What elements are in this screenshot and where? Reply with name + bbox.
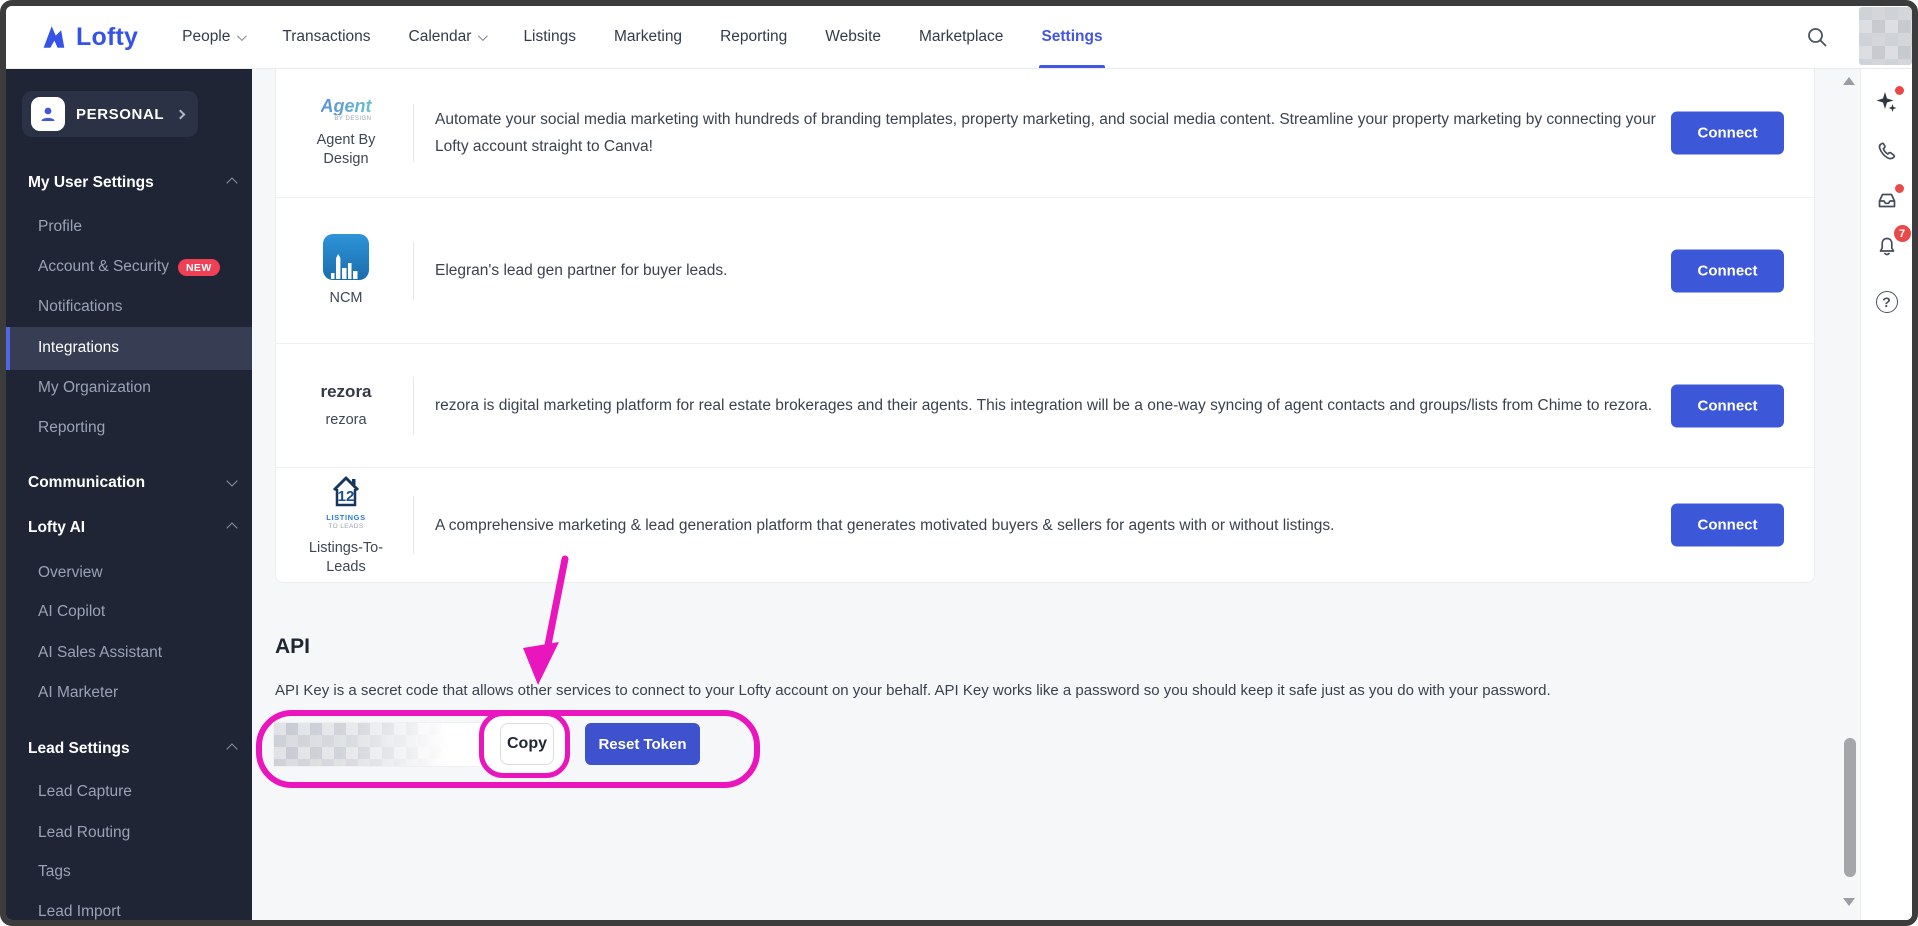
connect-button[interactable]: Connect <box>1671 504 1784 547</box>
chevron-down-icon <box>478 31 488 41</box>
chevron-down-icon <box>237 31 247 41</box>
sidebar-item-ai-copilot[interactable]: AI Copilot <box>38 592 105 632</box>
nav-item-listings[interactable]: Listings <box>523 6 576 68</box>
api-key-field[interactable] <box>273 722 499 767</box>
app-window: Lofty People Transactions Calendar Listi… <box>0 0 1918 926</box>
nav-item-website[interactable]: Website <box>825 6 881 68</box>
connect-button[interactable]: Connect <box>1671 112 1784 155</box>
bell-badge: 7 <box>1894 225 1911 242</box>
house-icon: 12 <box>324 473 368 507</box>
integration-name: rezora <box>325 411 366 430</box>
sidebar-section-my-user-settings[interactable]: My User Settings <box>28 163 154 203</box>
account-switcher[interactable]: PERSONAL <box>22 91 198 137</box>
integration-name: NCM <box>329 289 362 308</box>
nav-item-reporting[interactable]: Reporting <box>720 6 787 68</box>
chevron-right-icon <box>176 109 186 119</box>
divider <box>413 496 414 554</box>
notification-dot <box>1895 86 1904 95</box>
scrollbar-up-arrow[interactable] <box>1843 77 1855 85</box>
sidebar-item-ai-marketer[interactable]: AI Marketer <box>38 673 118 713</box>
reset-token-button[interactable]: Reset Token <box>585 723 700 765</box>
help-icon[interactable]: ? <box>1872 287 1902 317</box>
integrations-panel: Agent BY DESIGN Agent By Design Automate… <box>252 69 1860 920</box>
settings-sidebar: PERSONAL My User Settings Profile Accoun… <box>6 69 252 920</box>
notification-dot <box>1895 184 1904 193</box>
chevron-down-icon[interactable] <box>226 475 237 486</box>
integration-description: Elegran's lead gen partner for buyer lea… <box>435 198 1683 343</box>
sidebar-item-notifications[interactable]: Notifications <box>38 287 122 327</box>
chevron-up-icon[interactable] <box>226 743 237 754</box>
bell-icon[interactable]: 7 <box>1872 232 1902 262</box>
copy-button[interactable]: Copy <box>500 723 554 765</box>
sidebar-section-lofty-ai[interactable]: Lofty AI <box>28 508 85 548</box>
connect-button[interactable]: Connect <box>1671 249 1784 292</box>
integration-name: Listings-To-Leads <box>302 539 390 577</box>
svg-text:12: 12 <box>338 488 355 505</box>
nav-item-marketing[interactable]: Marketing <box>614 6 682 68</box>
sidebar-item-lead-routing[interactable]: Lead Routing <box>38 813 130 853</box>
nav-item-marketplace[interactable]: Marketplace <box>919 6 1003 68</box>
top-nav: Lofty People Transactions Calendar Listi… <box>6 6 1912 69</box>
integration-row-listings-to-leads: 12 LISTINGS TO LEADS Listings-To-Leads A… <box>276 468 1814 582</box>
phone-icon[interactable] <box>1872 137 1902 167</box>
api-section-description: API Key is a secret code that allows oth… <box>275 682 1551 699</box>
ncm-logo: NCM <box>276 198 390 343</box>
chevron-up-icon[interactable] <box>226 522 237 533</box>
scrollbar-down-arrow[interactable] <box>1843 898 1855 906</box>
sidebar-item-integrations[interactable]: Integrations <box>38 328 119 368</box>
integration-name: Agent By Design <box>302 131 390 169</box>
integrations-list: Agent BY DESIGN Agent By Design Automate… <box>275 69 1815 583</box>
api-section-title: API <box>275 635 310 659</box>
right-icon-rail: 7 ? <box>1860 69 1912 920</box>
integration-description: rezora is digital marketing platform for… <box>435 344 1683 467</box>
sidebar-item-profile[interactable]: Profile <box>38 207 82 247</box>
avatar[interactable] <box>1859 7 1912 65</box>
divider <box>413 377 414 435</box>
divider <box>413 242 414 300</box>
city-skyline-icon <box>323 234 369 280</box>
sidebar-item-lead-import[interactable]: Lead Import <box>38 892 121 926</box>
nav-item-calendar[interactable]: Calendar <box>409 6 486 68</box>
new-badge: NEW <box>178 259 220 276</box>
nav-item-people[interactable]: People <box>182 6 244 68</box>
divider <box>413 104 414 162</box>
integration-row-rezora: rezora rezora rezora is digital marketin… <box>276 344 1814 468</box>
person-icon <box>31 97 65 131</box>
sidebar-section-lead-settings[interactable]: Lead Settings <box>28 729 130 769</box>
sidebar-item-overview[interactable]: Overview <box>38 553 103 593</box>
nav-menu: People Transactions Calendar Listings Ma… <box>182 6 1102 68</box>
connect-button[interactable]: Connect <box>1671 384 1784 427</box>
ai-sparkle-icon[interactable] <box>1872 87 1902 117</box>
lofty-logo[interactable]: Lofty <box>40 23 138 52</box>
search-icon[interactable] <box>1806 26 1828 53</box>
integration-description: Automate your social media marketing wit… <box>435 69 1683 197</box>
sidebar-item-ai-sales-assistant[interactable]: AI Sales Assistant <box>38 633 162 673</box>
sidebar-section-communication[interactable]: Communication <box>28 463 145 503</box>
inbox-icon[interactable] <box>1872 185 1902 215</box>
agent-by-design-logo: Agent BY DESIGN Agent By Design <box>276 69 390 197</box>
sidebar-item-account-security[interactable]: Account & SecurityNEW <box>38 247 220 287</box>
rezora-logo: rezora rezora <box>276 344 390 467</box>
nav-item-settings[interactable]: Settings <box>1041 6 1102 68</box>
integration-row-agent-by-design: Agent BY DESIGN Agent By Design Automate… <box>276 69 1814 198</box>
integration-row-ncm: NCM Elegran's lead gen partner for buyer… <box>276 198 1814 344</box>
lofty-logo-text: Lofty <box>76 23 138 52</box>
listings-to-leads-logo: 12 LISTINGS TO LEADS Listings-To-Leads <box>276 468 390 582</box>
sidebar-item-reporting[interactable]: Reporting <box>38 408 105 448</box>
sidebar-item-my-organization[interactable]: My Organization <box>38 368 151 408</box>
lofty-logo-icon <box>40 23 67 51</box>
scrollbar-thumb[interactable] <box>1844 738 1856 877</box>
blurred-api-key <box>274 723 498 766</box>
account-switcher-label: PERSONAL <box>76 106 177 123</box>
nav-item-transactions[interactable]: Transactions <box>282 6 370 68</box>
sidebar-item-tags[interactable]: Tags <box>38 852 71 892</box>
sidebar-item-lead-capture[interactable]: Lead Capture <box>38 772 132 812</box>
chevron-up-icon[interactable] <box>226 177 237 188</box>
integration-description: A comprehensive marketing & lead generat… <box>435 468 1683 582</box>
